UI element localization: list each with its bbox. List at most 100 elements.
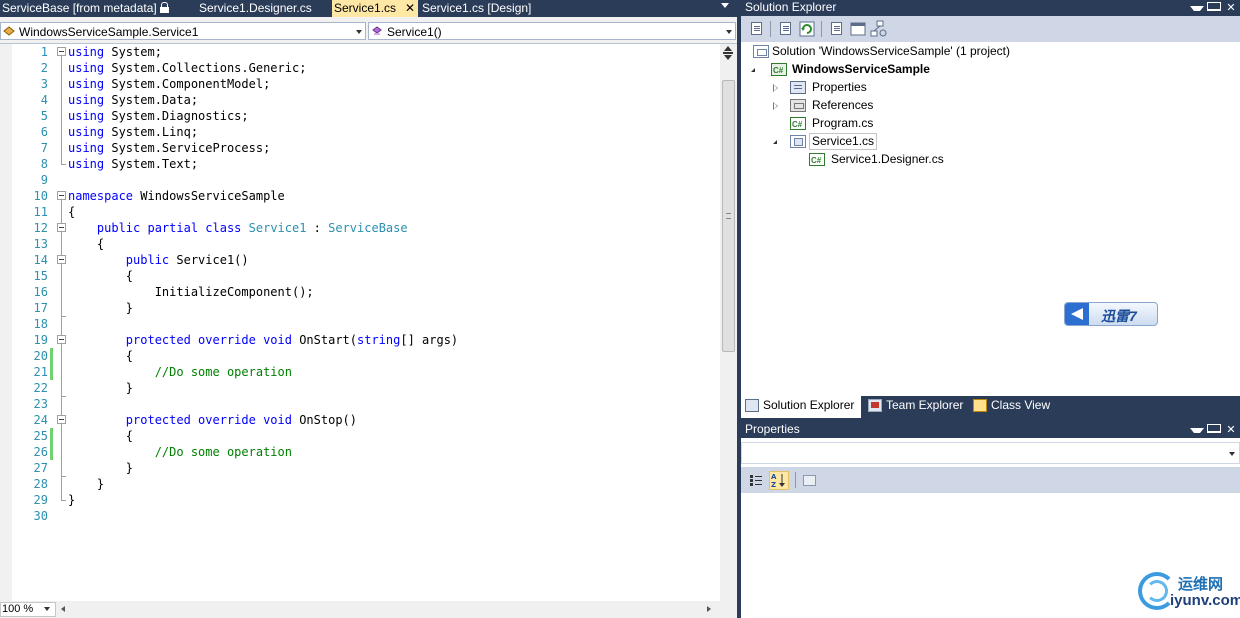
collapse-onstop-icon[interactable] — [57, 415, 66, 424]
code-line[interactable]: using System.Collections.Generic; — [68, 60, 306, 76]
pin-icon[interactable] — [1206, 1, 1221, 16]
expanded-arrow-icon[interactable] — [773, 140, 777, 144]
keyword: using — [68, 141, 105, 155]
tab-service1-cs-design[interactable]: Service1.cs [Design] — [420, 0, 560, 17]
property-pages-icon[interactable] — [799, 471, 819, 490]
collapsed-arrow-icon[interactable] — [773, 84, 779, 92]
selection-margin[interactable] — [0, 44, 12, 601]
code-line[interactable]: InitializeComponent(); — [68, 284, 314, 300]
object-selector-combo[interactable] — [741, 442, 1240, 464]
collapsed-arrow-icon[interactable] — [773, 102, 779, 110]
component-file-icon — [790, 135, 806, 148]
keyword: protected override void — [125, 333, 292, 347]
close-icon[interactable]: ✕ — [1224, 423, 1238, 438]
code-line[interactable]: } — [68, 492, 75, 508]
expanded-arrow-icon[interactable] — [751, 68, 755, 72]
collapse-constructor-icon[interactable] — [57, 255, 66, 264]
code-line[interactable]: using System.ServiceProcess; — [68, 140, 270, 156]
tab-list-dropdown-icon[interactable] — [721, 3, 729, 8]
code-line[interactable]: //Do some operation — [68, 364, 292, 380]
chevron-down-icon — [1229, 452, 1235, 456]
code-line[interactable]: protected override void OnStart(string[]… — [68, 332, 458, 348]
tab-service1-designer-cs[interactable]: Service1.Designer.cs — [197, 0, 332, 17]
tab-class-view[interactable]: Class View — [969, 396, 1059, 416]
line-number: 24 — [33, 413, 48, 427]
code-text: System.Linq; — [104, 125, 199, 139]
code-line[interactable]: } — [68, 380, 133, 396]
tab-solution-explorer[interactable]: Solution Explorer — [741, 396, 861, 418]
collapse-namespace-icon[interactable] — [57, 191, 66, 200]
thunder-download-badge[interactable]: 迅雷7 — [1064, 302, 1158, 326]
code-line[interactable]: namespace WindowsServiceSample — [68, 188, 285, 204]
scrollbar-thumb[interactable] — [722, 80, 735, 352]
collapse-onstart-icon[interactable] — [57, 335, 66, 344]
chevron-down-icon — [44, 607, 50, 611]
member-combo[interactable]: Service1() — [368, 22, 736, 40]
code-line[interactable]: public partial class Service1 : ServiceB… — [68, 220, 408, 236]
code-line[interactable]: using System.ComponentModel; — [68, 76, 270, 92]
categorized-icon[interactable] — [746, 471, 766, 490]
svg-text:Z: Z — [771, 481, 776, 489]
code-text: Service1() — [169, 253, 249, 267]
type-combo[interactable]: WindowsServiceSample.Service1 — [0, 22, 366, 40]
code-line[interactable]: { — [68, 348, 133, 364]
change-marker — [50, 444, 53, 460]
line-number: 26 — [33, 445, 48, 459]
tab-service1-cs[interactable]: Service1.cs ✕ — [332, 0, 418, 17]
code-line[interactable]: public Service1() — [68, 252, 249, 268]
code-line[interactable]: using System; — [68, 44, 162, 60]
code-line[interactable]: } — [68, 460, 133, 476]
line-number: 27 — [33, 461, 48, 475]
alphabetical-icon[interactable]: AZ — [769, 471, 789, 490]
code-pane[interactable]: 1 2 3 4 5 6 7 8 9 10 11 12 13 14 15 16 17 18 19 20 21 22 23 24 2… — [0, 44, 720, 601]
code-text: OnStart( — [291, 333, 357, 347]
view-designer-icon[interactable] — [849, 20, 867, 38]
code-line[interactable]: protected override void OnStop() — [68, 412, 357, 428]
line-number: 9 — [40, 173, 48, 187]
tab-servicebase-metadata[interactable]: ServiceBase [from metadata] — [0, 0, 176, 17]
code-line[interactable]: using System.Diagnostics; — [68, 108, 249, 124]
code-line[interactable]: using System.Text; — [68, 156, 198, 172]
code-line[interactable]: { — [68, 204, 75, 220]
tree-item-label: WindowsServiceSample — [792, 62, 930, 76]
line-number: 1 — [40, 45, 48, 59]
scroll-left-icon[interactable] — [61, 606, 65, 612]
tool-window-tabs: Solution Explorer Team Explorer Class Vi… — [741, 396, 1240, 418]
window-position-icon[interactable] — [1189, 423, 1204, 438]
properties-icon[interactable] — [748, 20, 766, 38]
close-icon[interactable]: ✕ — [1224, 1, 1238, 16]
tree-item-label: Program.cs — [812, 116, 874, 130]
outline-end — [61, 316, 66, 317]
tree-item-label: References — [812, 98, 874, 112]
refresh-icon[interactable] — [798, 20, 816, 38]
tab-team-explorer[interactable]: Team Explorer — [864, 396, 964, 416]
horizontal-scrollbar[interactable]: 100 % — [0, 601, 737, 618]
toolbar-separator — [821, 21, 822, 37]
line-number: 20 — [33, 349, 48, 363]
scroll-right-icon[interactable] — [707, 606, 711, 612]
code-line[interactable]: { — [68, 428, 133, 444]
code-line[interactable]: using System.Data; — [68, 92, 198, 108]
view-code-icon[interactable] — [828, 20, 846, 38]
collapse-usings-icon[interactable] — [57, 47, 66, 56]
code-line[interactable]: } — [68, 300, 133, 316]
close-tab-icon[interactable]: ✕ — [405, 0, 415, 16]
vertical-scrollbar[interactable] — [720, 44, 737, 601]
change-marker — [50, 364, 53, 380]
code-line[interactable]: using System.Linq; — [68, 124, 198, 140]
collapse-class-icon[interactable] — [57, 223, 66, 232]
code-line[interactable]: } — [68, 476, 104, 492]
view-class-diagram-icon[interactable] — [870, 20, 888, 38]
line-number: 11 — [33, 205, 48, 219]
window-position-icon[interactable] — [1189, 1, 1204, 16]
pin-icon[interactable] — [1206, 423, 1221, 438]
code-line[interactable]: { — [68, 236, 104, 252]
code-text: } — [68, 381, 134, 395]
code-line[interactable]: //Do some operation — [68, 444, 292, 460]
solution-tree[interactable]: Solution 'WindowsServiceSample' (1 proje… — [741, 42, 1240, 396]
line-number-gutter: 1 2 3 4 5 6 7 8 9 10 11 12 13 14 15 16 17 18 19 20 21 22 23 24 2… — [12, 44, 48, 601]
split-window-icon[interactable] — [722, 46, 734, 60]
code-line[interactable]: { — [68, 268, 133, 284]
show-all-files-icon[interactable] — [777, 20, 795, 38]
